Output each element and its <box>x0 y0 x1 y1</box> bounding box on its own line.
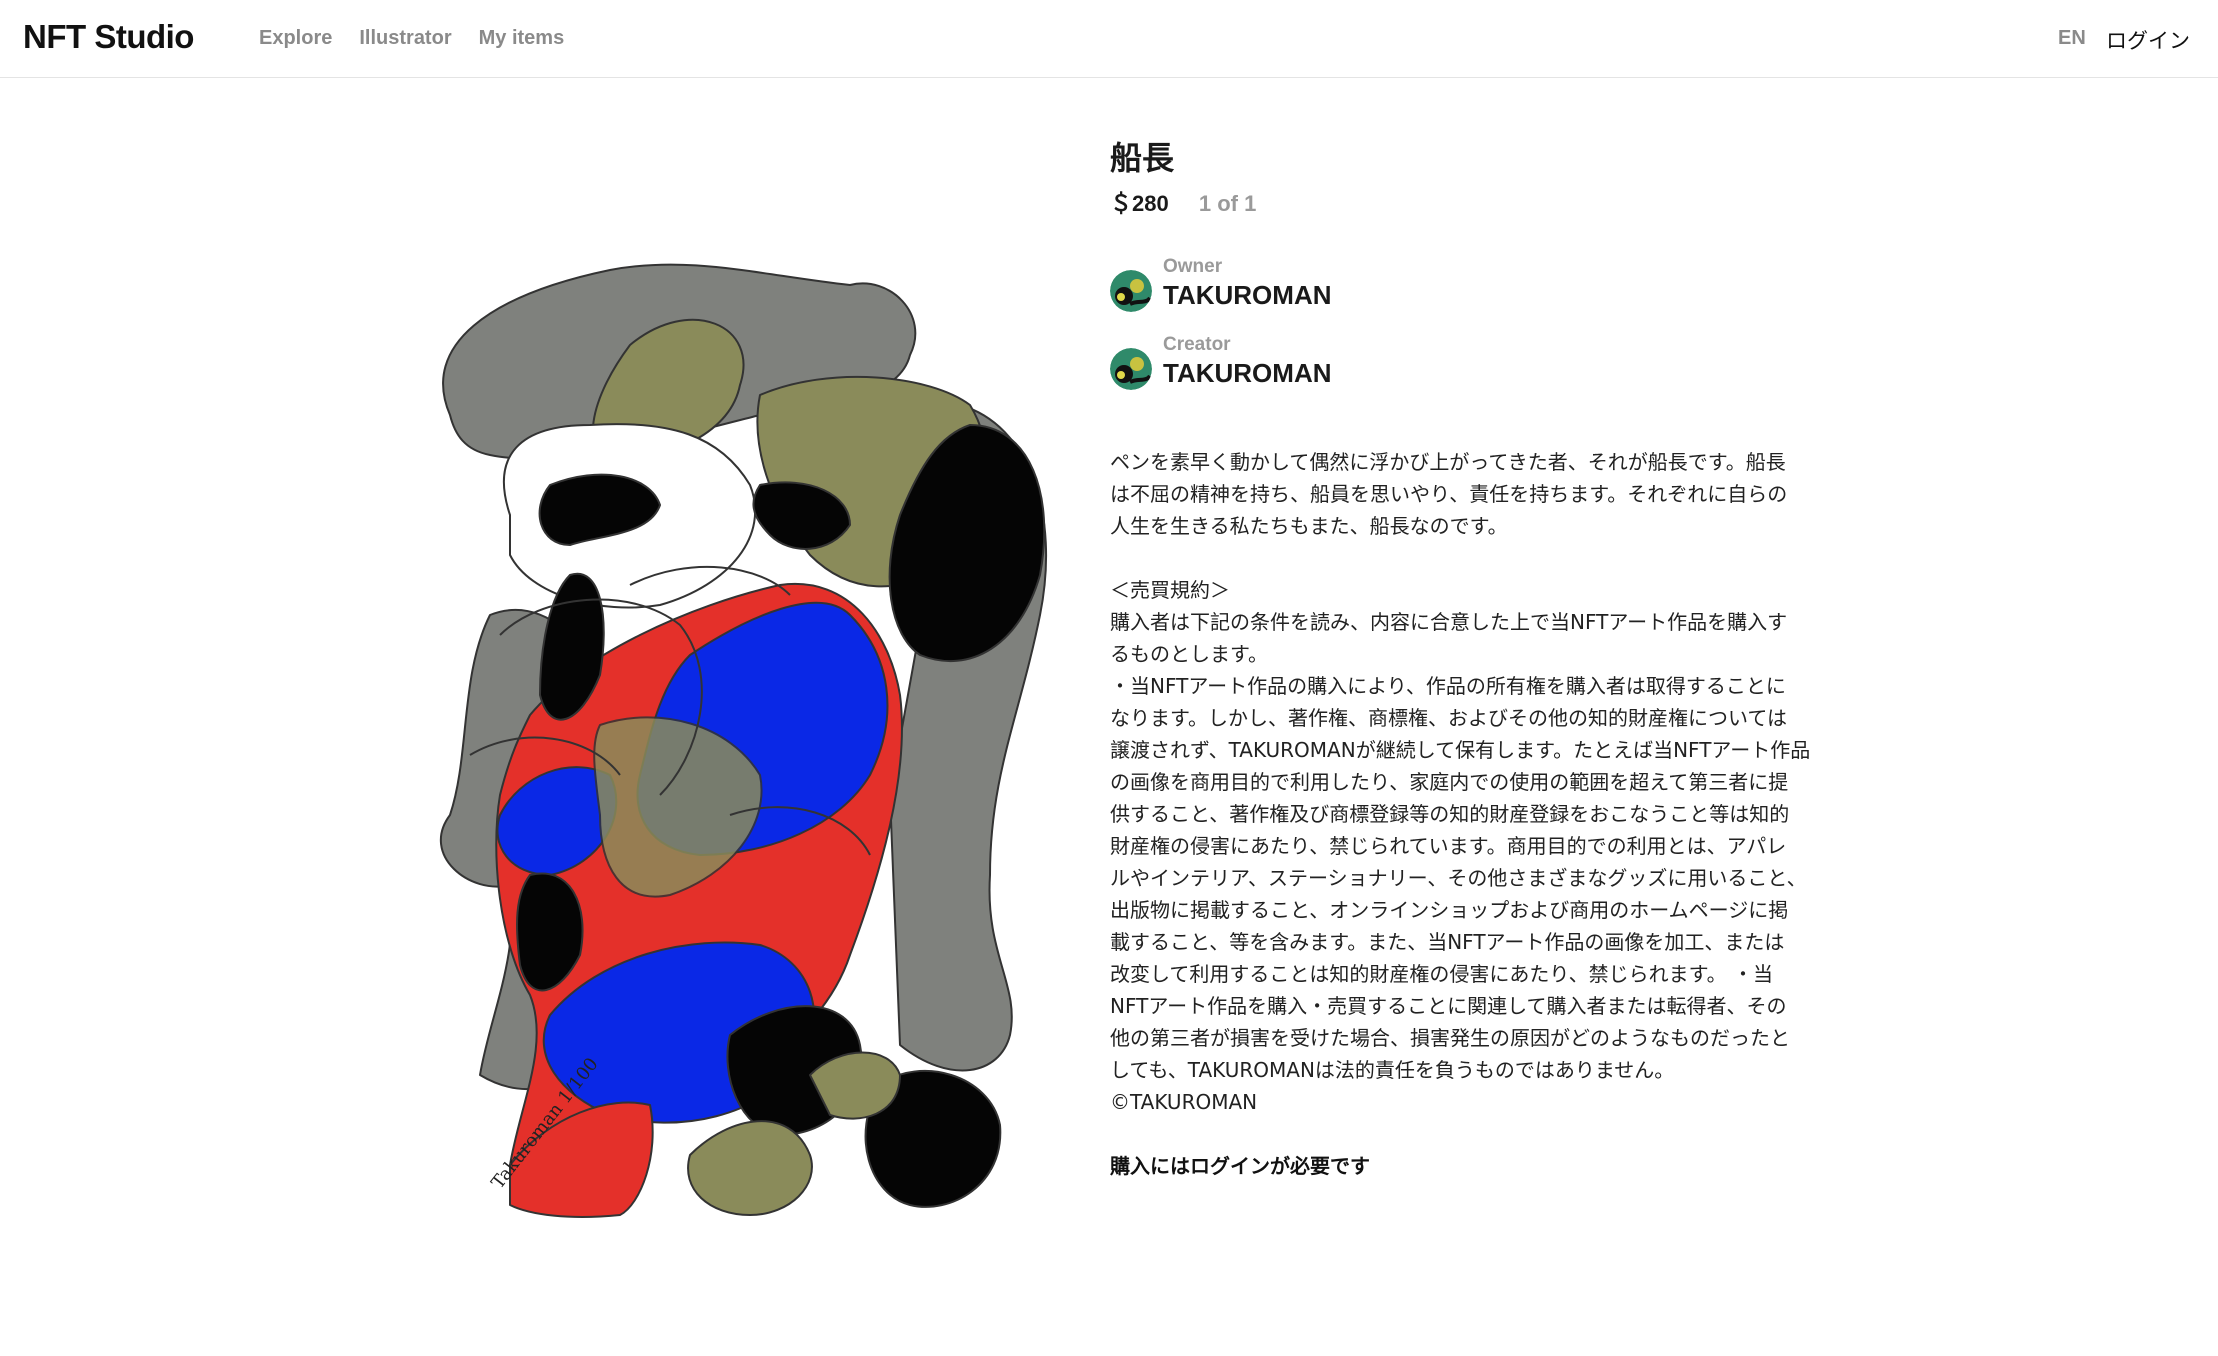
description-line: なります。しかし、著作権、商標権、およびその他の知的財産権については <box>1110 706 1787 730</box>
description-line: 改変して利用することは知的財産権の侵害にあたり、禁じられます。 ・当 <box>1110 962 1773 986</box>
language-switch[interactable]: EN <box>2058 27 2086 50</box>
price-row: ＄280 1 of 1 <box>1110 186 1850 218</box>
top-nav-bar: NFT Studio Explore Illustrator My items … <box>0 0 2218 78</box>
description-line: の画像を商用目的で利用したり、家庭内での使用の範囲を超えて第三者に提 <box>1110 770 1789 794</box>
item-edition: 1 of 1 <box>1198 191 1257 216</box>
description-line: NFTアート作品を購入・売買することに関連して購入者または転得者、その <box>1110 994 1787 1018</box>
creator-block: Creator TAKUROMAN <box>1110 334 1850 412</box>
site-logo[interactable]: NFT Studio <box>23 18 194 56</box>
login-required-notice: 購入にはログインが必要です <box>1110 1154 1370 1178</box>
description-line: 供すること、著作権及び商標登録等の知的財産登録をおこなうこと等は知的 <box>1110 802 1790 826</box>
nav-my-items[interactable]: My items <box>479 27 565 50</box>
item-title: 船長 <box>1110 139 1175 177</box>
description-line: 財産権の侵害にあたり、禁じられています。商用目的での利用とは、アパレ <box>1110 834 1787 858</box>
login-link[interactable]: ログイン <box>2106 25 2190 55</box>
item-details: 船長 ＄280 1 of 1 Owner TAKUROMAN Creator T… <box>1110 138 1850 1179</box>
description-line: 載すること、等を含みます。また、当NFTアート作品の画像を加工、または <box>1110 930 1785 954</box>
item-description: ペンを素早く動かして偶然に浮かび上がってきた者、それが船長です。船長 は不屈の精神… <box>1110 446 1850 1118</box>
description-line: ＜売買規約＞ <box>1110 578 1230 602</box>
description-line: 譲渡されず、TAKUROMANが継続して保有します。たとえば当NFTアート作品 <box>1110 738 1811 762</box>
main-nav: Explore Illustrator My items <box>259 27 564 50</box>
owner-label: Owner <box>1163 256 1223 277</box>
description-line: 出版物に掲載すること、オンラインショップおよび商用のホームページに掲 <box>1110 898 1789 922</box>
description-line: るものとします。 <box>1110 642 1268 666</box>
description-line: ©TAKUROMAN <box>1110 1090 1258 1114</box>
description-line: は不屈の精神を持ち、船員を思いやり、責任を持ちます。それぞれに自らの <box>1110 482 1788 506</box>
nav-illustrator[interactable]: Illustrator <box>359 27 451 50</box>
description-line: ペンを素早く動かして偶然に浮かび上がってきた者、それが船長です。船長 <box>1110 450 1786 474</box>
nav-explore[interactable]: Explore <box>259 27 332 50</box>
description-line: 人生を生きる私たちもまた、船長なのです。 <box>1110 514 1508 538</box>
description-line: しても、TAKUROMANは法的責任を負うものではありません。 <box>1110 1058 1675 1082</box>
description-line: 他の第三者が損害を受けた場合、損害発生の原因がどのようなものだったと <box>1110 1026 1790 1050</box>
artwork-image: Takuroman 1/100 <box>439 263 1047 1218</box>
creator-avatar[interactable] <box>1110 348 1152 390</box>
owner-name[interactable]: TAKUROMAN <box>1163 280 1332 311</box>
owner-avatar[interactable] <box>1110 270 1152 312</box>
description-line: ルやインテリア、ステーショナリー、その他さまざまなグッズに用いること、 <box>1110 866 1807 890</box>
description-line: ・当NFTアート作品の購入により、作品の所有権を購入者は取得することに <box>1110 674 1786 698</box>
item-price: ＄280 <box>1110 191 1169 216</box>
creator-name[interactable]: TAKUROMAN <box>1163 358 1332 389</box>
owner-block: Owner TAKUROMAN <box>1110 256 1850 334</box>
description-line <box>1110 542 1850 574</box>
creator-label: Creator <box>1163 334 1231 355</box>
description-line: 購入者は下記の条件を読み、内容に合意した上で当NFTアート作品を購入す <box>1110 610 1788 634</box>
